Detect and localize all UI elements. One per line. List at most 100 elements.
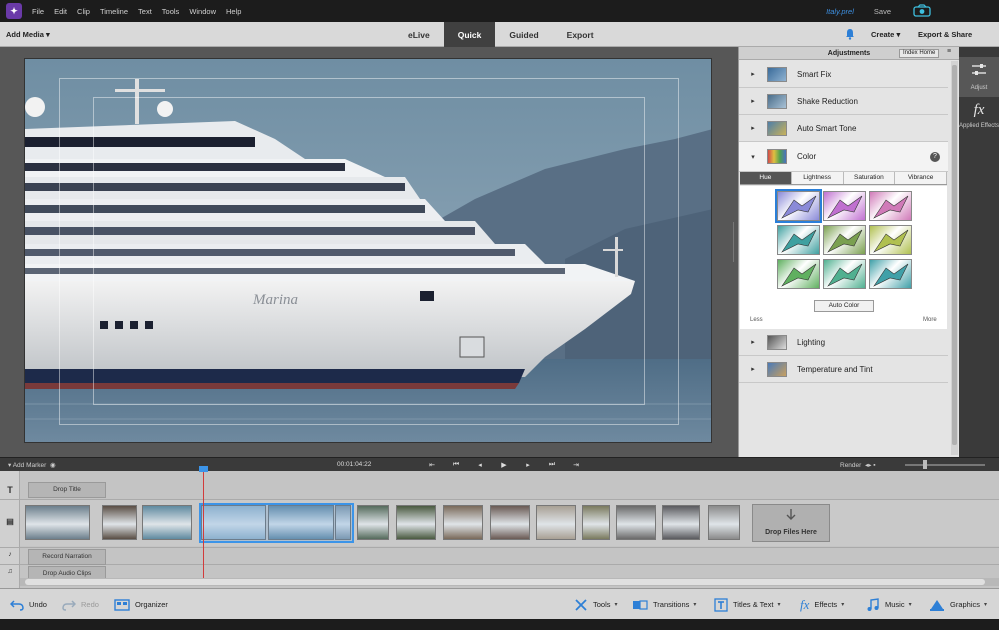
play-icon[interactable]: ▶: [492, 460, 516, 470]
timeline-playhead[interactable]: [203, 468, 204, 586]
menu-text[interactable]: Text: [138, 7, 152, 16]
graphics-button[interactable]: Graphics ▾: [929, 589, 987, 620]
auto-color-button[interactable]: Auto Color: [814, 300, 874, 312]
video-clip[interactable]: [490, 505, 530, 540]
video-clip[interactable]: [102, 505, 137, 540]
adjustment-auto-smart-tone[interactable]: ▸ Auto Smart Tone: [739, 115, 948, 142]
tab-saturation[interactable]: Saturation: [843, 172, 896, 184]
export-share-button[interactable]: Export & Share: [918, 30, 972, 39]
chevron-right-icon: ▸: [751, 366, 755, 373]
color-help-icon[interactable]: ?: [930, 151, 940, 162]
video-clip[interactable]: [616, 505, 656, 540]
drop-title-zone[interactable]: Drop Title: [28, 482, 106, 498]
go-to-end-icon[interactable]: ⇥: [564, 460, 588, 470]
titles-text-icon: [714, 597, 728, 612]
bottom-toolbar: Undo Redo Organizer Tools ▾ Transitions ▾ …: [0, 588, 999, 619]
tab-elive[interactable]: eLive: [394, 22, 444, 47]
index-home-button[interactable]: Index Home: [899, 49, 940, 58]
next-edit-icon[interactable]: ⏭: [540, 460, 564, 470]
download-arrow-icon: [786, 509, 796, 523]
scene-icon[interactable]: [913, 4, 931, 18]
hue-swatch[interactable]: [823, 259, 866, 289]
video-clip[interactable]: [662, 505, 700, 540]
timeline-toolbar: ▾ Add Marker ◉ 00:01:04:22 ⇤ ⏮ ◂ ▶ ▸ ⏭ ⇥…: [0, 457, 999, 471]
tab-quick[interactable]: Quick: [443, 22, 496, 47]
video-clip[interactable]: [396, 505, 436, 540]
add-media-button[interactable]: Add Media ▾: [6, 30, 50, 39]
hue-swatch[interactable]: [775, 189, 822, 223]
timeline-zoom-thumb[interactable]: [923, 460, 927, 469]
adjustment-color[interactable]: ▾ Color ?: [739, 142, 948, 172]
monitor-panel: Marina: [0, 47, 738, 457]
video-clip[interactable]: [536, 505, 576, 540]
video-clip[interactable]: [357, 505, 389, 540]
video-clip[interactable]: [582, 505, 610, 540]
effects-button[interactable]: fx Effects ▾: [800, 589, 844, 620]
lighting-icon: [767, 334, 787, 350]
chevron-right-icon: ▸: [751, 98, 755, 105]
video-track: Drop Files Here: [20, 500, 999, 546]
undo-button[interactable]: Undo: [10, 589, 47, 620]
tab-hue[interactable]: Hue: [740, 172, 792, 184]
video-clip[interactable]: [25, 505, 90, 540]
organizer-icon: [114, 598, 130, 611]
menu-tools[interactable]: Tools: [162, 7, 180, 16]
sliders-icon: [972, 64, 986, 75]
menu-clip[interactable]: Clip: [77, 7, 90, 16]
hue-swatch[interactable]: [823, 191, 866, 221]
hue-swatch[interactable]: [823, 225, 866, 255]
menu-edit[interactable]: Edit: [54, 7, 67, 16]
previous-edit-icon[interactable]: ⏮: [444, 460, 468, 470]
adjustment-lighting[interactable]: ▸ Lighting: [739, 329, 948, 356]
adjustment-smart-fix[interactable]: ▸ Smart Fix: [739, 61, 948, 88]
record-narration-zone[interactable]: Record Narration: [28, 549, 106, 565]
video-preview[interactable]: Marina: [24, 58, 712, 443]
menu-timeline[interactable]: Timeline: [100, 7, 128, 16]
selected-clip-highlight[interactable]: [199, 503, 354, 543]
menu-help[interactable]: Help: [226, 7, 241, 16]
applied-effects-button[interactable]: fx Applied Effects: [959, 97, 999, 143]
menu-window[interactable]: Window: [189, 7, 216, 16]
hue-swatch[interactable]: [869, 225, 912, 255]
timeline-zoom-slider[interactable]: [905, 464, 985, 466]
panel-resize-handle[interactable]: [732, 222, 735, 262]
go-to-start-icon[interactable]: ⇤: [420, 460, 444, 470]
menu-file[interactable]: File: [32, 7, 44, 16]
add-marker-button[interactable]: ▾ Add Marker ◉: [8, 461, 56, 469]
video-clip[interactable]: [443, 505, 483, 540]
tab-vibrance[interactable]: Vibrance: [895, 172, 947, 184]
titles-text-button[interactable]: Titles & Text ▾: [714, 589, 780, 620]
hue-variations: Auto Color Less More: [740, 186, 947, 329]
tab-guided[interactable]: Guided: [495, 22, 552, 47]
tools-button[interactable]: Tools ▾: [574, 589, 618, 620]
music-button[interactable]: Music ▾: [866, 589, 912, 620]
adjustment-shake-reduction[interactable]: ▸ Shake Reduction: [739, 88, 948, 115]
playhead-handle[interactable]: [199, 466, 208, 472]
hue-swatch[interactable]: [869, 259, 912, 289]
adjustment-temperature-tint[interactable]: ▸ Temperature and Tint: [739, 356, 948, 383]
transitions-button[interactable]: Transitions ▾: [632, 589, 696, 620]
timeline-scrollbar[interactable]: [20, 578, 999, 586]
render-button[interactable]: Render ◂▸ ▪: [840, 461, 876, 469]
auto-smart-tone-icon: [767, 120, 787, 136]
tab-lightness[interactable]: Lightness: [791, 172, 844, 184]
step-forward-icon[interactable]: ▸: [516, 460, 540, 470]
video-clip[interactable]: [708, 505, 740, 540]
hue-swatch[interactable]: [869, 191, 912, 221]
hue-swatch[interactable]: [777, 225, 820, 255]
create-menu-button[interactable]: Create ▾: [871, 30, 900, 39]
adjust-tool-button[interactable]: Adjust: [959, 57, 999, 97]
panel-menu-icon[interactable]: ≡: [947, 48, 951, 55]
video-clip[interactable]: [142, 505, 192, 540]
redo-button[interactable]: Redo: [62, 589, 99, 620]
tab-export[interactable]: Export: [553, 22, 608, 47]
color-icon: [767, 149, 787, 164]
notification-bell-icon[interactable]: [845, 28, 855, 40]
adjustments-scrollbar[interactable]: [951, 61, 958, 455]
step-back-icon[interactable]: ◂: [468, 460, 492, 470]
status-strip: [0, 619, 999, 630]
hue-swatch[interactable]: [777, 259, 820, 289]
organizer-button[interactable]: Organizer: [114, 589, 168, 620]
save-button[interactable]: Save: [874, 7, 891, 16]
timeline-tracks: T Drop Title ▤ Drop Files Here ♪ Record …: [0, 471, 999, 588]
